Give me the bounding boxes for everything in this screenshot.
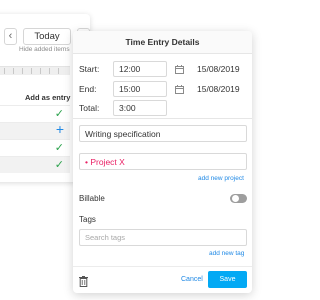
total-row: Total: 3:00 (73, 100, 252, 117)
billable-label: Billable (79, 194, 105, 203)
description-input[interactable]: Writing specification (79, 125, 247, 142)
calendar-icon[interactable] (175, 85, 184, 94)
check-icon[interactable]: ✓ (55, 108, 64, 120)
timeline-bar (0, 66, 70, 75)
dialog-footer: Cancel Save (73, 266, 252, 293)
timeline-tick (4, 68, 5, 74)
start-label: Start: (79, 64, 100, 74)
tags-placeholder: Search tags (85, 233, 126, 242)
total-label: Total: (79, 103, 100, 113)
cancel-button[interactable]: Cancel (181, 276, 203, 283)
start-row: Start: 12:00 15/08/2019 (73, 61, 252, 78)
time-section: Start: 12:00 15/08/2019 End: 15:00 15/08… (73, 54, 252, 119)
end-time-input[interactable]: 15:00 (113, 81, 167, 97)
time-entry-dialog: Time Entry Details Start: 12:00 15/08/20… (73, 31, 252, 293)
timeline-tick (49, 68, 50, 74)
check-icon[interactable]: ✓ (55, 142, 64, 154)
list-item: ✓ (0, 139, 70, 156)
dialog-title: Time Entry Details (73, 31, 252, 54)
list-item: ✓ (0, 156, 70, 173)
list-item: ✓ (0, 105, 70, 122)
end-date-input[interactable]: 15/08/2019 (191, 81, 247, 97)
previous-day-button[interactable]: ‹ (4, 27, 17, 45)
tags-label: Tags (79, 215, 96, 224)
end-label: End: (79, 84, 97, 94)
timeline-tick (22, 68, 23, 74)
chevron-left-icon: ‹ (8, 30, 13, 42)
calendar-icon[interactable] (175, 65, 184, 74)
timeline-tick (40, 68, 41, 74)
today-button[interactable]: Today (23, 27, 71, 45)
check-icon[interactable]: ✓ (55, 159, 64, 171)
hide-added-items-link[interactable]: Hide added items (19, 46, 70, 53)
total-duration-input[interactable]: 3:00 (113, 100, 167, 116)
start-time-input[interactable]: 12:00 (113, 61, 167, 77)
billable-toggle[interactable] (230, 194, 247, 203)
add-as-entry-label: Add as entry (25, 93, 71, 102)
add-new-tag-link[interactable]: add new tag (209, 250, 244, 257)
end-row: End: 15:00 15/08/2019 (73, 81, 252, 98)
trash-icon[interactable] (79, 274, 88, 287)
start-date-input[interactable]: 15/08/2019 (191, 61, 247, 77)
add-new-project-link[interactable]: add new project (198, 175, 244, 182)
list-item: + (0, 122, 70, 139)
project-select[interactable]: • Project X (79, 153, 247, 170)
plus-icon[interactable]: + (56, 122, 64, 136)
tags-search-input[interactable]: Search tags (79, 229, 247, 246)
timeline-tick (58, 68, 59, 74)
save-button[interactable]: Save (208, 271, 247, 288)
project-label: • Project X (85, 156, 125, 167)
timeline-tick (31, 68, 32, 74)
toggle-knob (232, 195, 239, 202)
timeline-tick (13, 68, 14, 74)
